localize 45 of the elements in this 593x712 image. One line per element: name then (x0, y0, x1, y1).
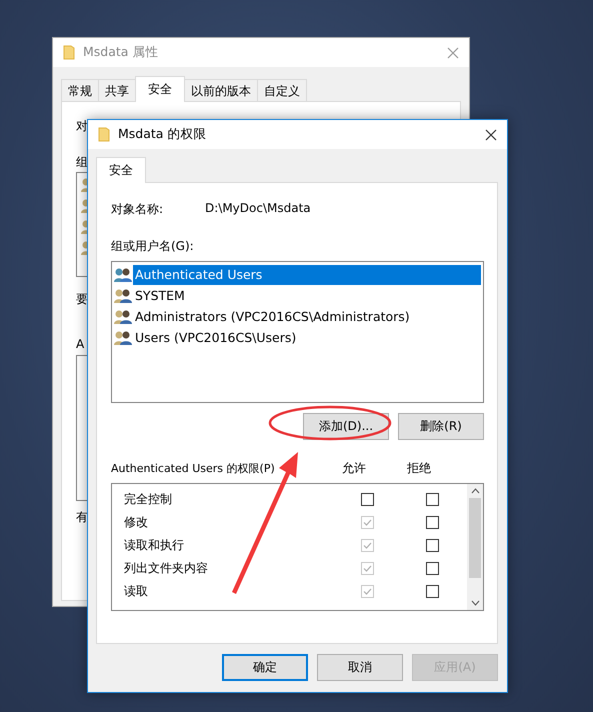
users-icon (114, 308, 132, 324)
tab[interactable]: 自定义 (257, 79, 307, 102)
column-header: 允许 (341, 460, 367, 477)
users-icon (114, 330, 132, 346)
object-name-value: D:\MyDoc\Msdata (205, 201, 311, 217)
permission-name: 读取和执行 (124, 537, 185, 554)
permission-name: 完全控制 (124, 491, 173, 508)
remove-button[interactable]: 删除(R) (398, 413, 484, 440)
folder-icon (63, 45, 75, 60)
user-item[interactable]: Administrators (VPC2016CS\Administrators) (133, 306, 412, 326)
field-label: A (76, 337, 84, 353)
field-label: 有 (76, 509, 88, 526)
tab[interactable]: 安全 (96, 157, 146, 183)
checkbox[interactable] (426, 516, 438, 529)
checkbox[interactable] (426, 562, 438, 575)
permission-name: 修改 (124, 514, 149, 531)
user-item[interactable]: Users (VPC2016CS\Users) (133, 328, 298, 348)
users-icon (114, 288, 132, 304)
dialog-button[interactable]: 确定 (222, 654, 308, 681)
scroll-thumb[interactable] (469, 498, 481, 578)
folder-icon (98, 127, 110, 142)
scroll-up-icon[interactable] (470, 488, 480, 494)
scroll-down-icon[interactable] (470, 600, 480, 606)
field-label: 要 (76, 291, 88, 308)
permissions-label: Authenticated Users 的权限(P) (111, 461, 276, 476)
window-title: Msdata 属性 (83, 44, 160, 61)
user-item[interactable]: Authenticated Users (133, 264, 481, 284)
close-icon[interactable] (485, 128, 497, 140)
permission-name: 列出文件夹内容 (124, 560, 209, 577)
tab[interactable]: 安全 (135, 76, 185, 102)
checkbox[interactable] (360, 493, 374, 506)
field-label: 对 (76, 118, 88, 135)
users-icon (114, 266, 132, 282)
user-item[interactable]: SYSTEM (133, 286, 187, 306)
object-name-label: 对象名称: (111, 201, 164, 218)
checkbox[interactable] (426, 585, 438, 598)
dialog-button[interactable]: 取消 (317, 654, 403, 681)
tab[interactable]: 常规 (61, 79, 99, 102)
checkbox[interactable] (426, 539, 438, 552)
field-label: 组 (76, 154, 88, 171)
window-title: Msdata 的权限 (118, 126, 208, 143)
group-label: 组或用户名(G): (111, 238, 195, 255)
permission-name: 读取 (124, 583, 149, 600)
checkbox[interactable] (426, 493, 438, 506)
column-header: 拒绝 (406, 460, 432, 477)
